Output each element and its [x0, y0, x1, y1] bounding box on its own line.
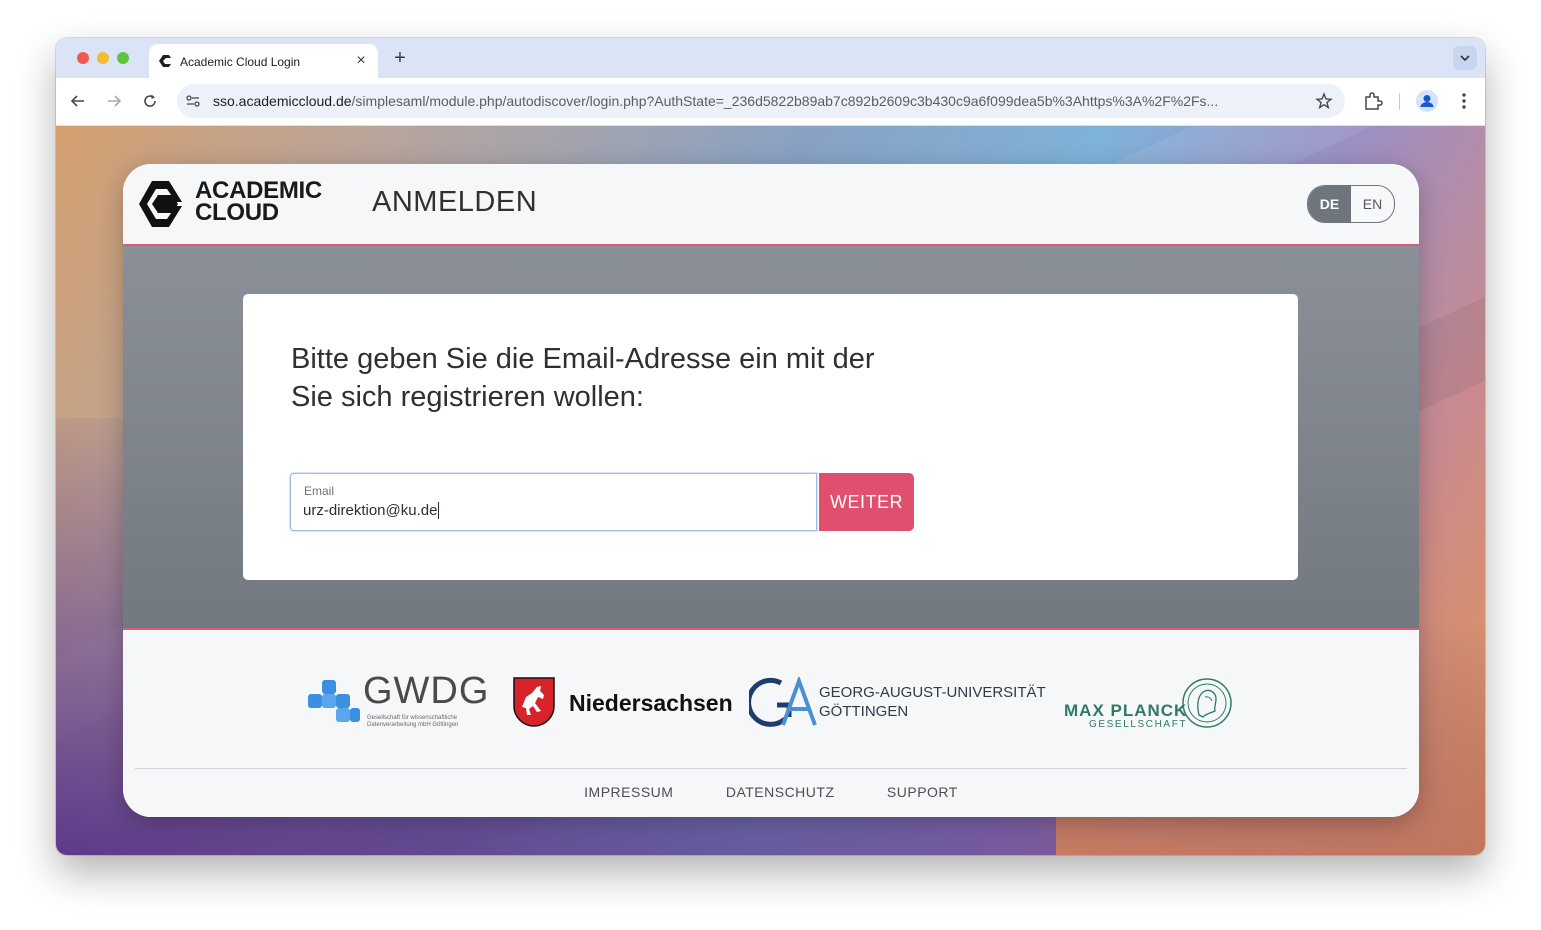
- goettingen-university-logo-icon: [749, 677, 817, 727]
- language-switch: DE EN: [1307, 185, 1395, 223]
- max-planck-subtitle: GESELLSCHAFT: [1089, 719, 1188, 730]
- maximize-window-button[interactable]: [117, 52, 129, 64]
- academic-cloud-logo-text: ACADEMIC CLOUD: [195, 179, 322, 226]
- url-path: /simplesaml/module.php/autodiscover/logi…: [351, 93, 1219, 109]
- back-button[interactable]: [67, 90, 89, 112]
- page-title: ANMELDEN: [372, 186, 538, 218]
- lang-de-button[interactable]: DE: [1308, 186, 1351, 222]
- kebab-menu-icon[interactable]: [1453, 90, 1475, 112]
- academic-cloud-favicon-icon: [159, 55, 171, 67]
- address-bar[interactable]: sso.academiccloud.de/simplesaml/module.p…: [177, 84, 1345, 118]
- chevron-down-icon: [1460, 55, 1470, 62]
- gwdg-subtitle: Gesellschaft für wissenschaftliche Daten…: [367, 715, 459, 728]
- minimize-window-button[interactable]: [97, 52, 109, 64]
- card-footer: GWDG Gesellschaft für wissenschaftliche …: [123, 630, 1419, 817]
- uni-line-2: GÖTTINGEN: [819, 703, 909, 720]
- email-label: Email: [304, 484, 335, 498]
- login-card: ACADEMIC CLOUD ANMELDEN DE EN Bitte gebe…: [123, 164, 1419, 817]
- close-tab-icon[interactable]: ×: [352, 52, 370, 70]
- max-planck-wordmark: MAX PLANCK: [1064, 701, 1188, 720]
- bookmark-star-icon[interactable]: [1315, 92, 1333, 110]
- browser-window: Academic Cloud Login × + sso.academicclo…: [56, 38, 1485, 855]
- reload-button[interactable]: [139, 90, 161, 112]
- footer-divider: [135, 768, 1407, 769]
- toolbar-separator: [1399, 93, 1400, 110]
- url-host: sso.academiccloud.de: [213, 93, 352, 109]
- site-settings-icon[interactable]: [185, 93, 201, 109]
- email-prompt: Bitte geben Sie die Email-Adresse ein mi…: [291, 343, 875, 413]
- datenschutz-link[interactable]: DATENSCHUTZ: [726, 784, 835, 800]
- card-header: ACADEMIC CLOUD ANMELDEN DE EN: [123, 164, 1419, 246]
- tab-search-button[interactable]: [1453, 46, 1477, 70]
- reload-icon: [144, 94, 156, 107]
- gwdg-wordmark: GWDG: [363, 670, 490, 712]
- browser-tab[interactable]: Academic Cloud Login ×: [149, 44, 378, 78]
- new-tab-button[interactable]: +: [390, 48, 410, 68]
- continue-button[interactable]: WEITER: [819, 473, 914, 531]
- profile-avatar[interactable]: [1416, 90, 1438, 112]
- impressum-link[interactable]: IMPRESSUM: [584, 784, 673, 800]
- arrow-left-icon: [70, 95, 84, 107]
- arrow-right-icon: [108, 95, 122, 107]
- login-panel: Bitte geben Sie die Email-Adresse ein mi…: [243, 294, 1298, 580]
- niedersachsen-crest-icon: [513, 677, 555, 727]
- form-section: Bitte geben Sie die Email-Adresse ein mi…: [123, 246, 1419, 630]
- support-link[interactable]: SUPPORT: [887, 784, 958, 800]
- uni-line-1: GEORG-AUGUST-UNIVERSITÄT: [819, 684, 1046, 701]
- niedersachsen-wordmark: Niedersachsen: [569, 690, 733, 716]
- footer-links: IMPRESSUM DATENSCHUTZ SUPPORT: [123, 784, 1419, 800]
- browser-toolbar: sso.academiccloud.de/simplesaml/module.p…: [56, 78, 1485, 126]
- goettingen-university-wordmark: GEORG-AUGUST-UNIVERSITÄT GÖTTINGEN: [819, 683, 1046, 721]
- lang-en-button[interactable]: EN: [1351, 186, 1394, 222]
- academic-cloud-logo-icon: [139, 181, 182, 227]
- max-planck-seal-icon: [1182, 678, 1232, 728]
- partner-logos: GWDG Gesellschaft für wissenschaftliche …: [123, 630, 1419, 768]
- tab-title: Academic Cloud Login: [180, 55, 301, 69]
- forward-button[interactable]: [103, 90, 125, 112]
- tab-strip: Academic Cloud Login × +: [56, 38, 1485, 78]
- person-icon: [1420, 95, 1434, 107]
- page-viewport: ACADEMIC CLOUD ANMELDEN DE EN Bitte gebe…: [56, 126, 1485, 855]
- extensions-puzzle-icon[interactable]: [1362, 90, 1384, 112]
- email-input[interactable]: Email urz-direktion@ku.de: [290, 473, 817, 531]
- email-value[interactable]: urz-direktion@ku.de: [303, 502, 440, 519]
- logo-line-2: CLOUD: [195, 199, 279, 226]
- url-text: sso.academiccloud.de/simplesaml/module.p…: [213, 93, 1303, 109]
- close-window-button[interactable]: [77, 52, 89, 64]
